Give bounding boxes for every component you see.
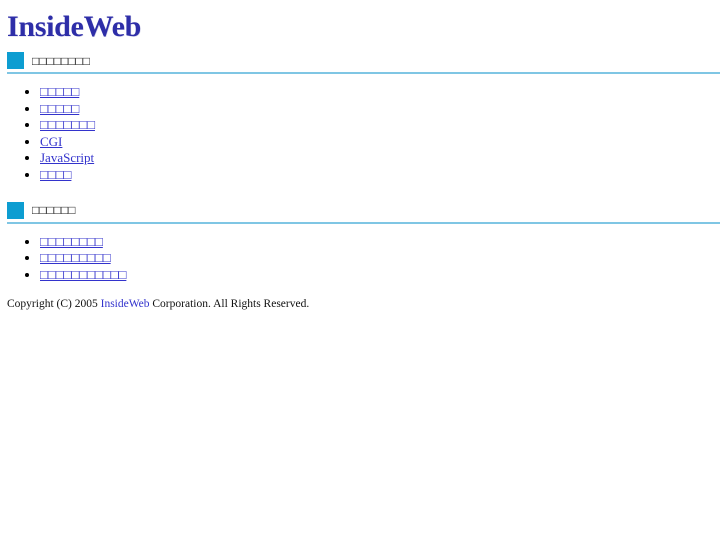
list-item: JavaScript [40, 150, 727, 167]
link-list-1: □□□□□ □□□□□ □□□□□□□ CGI JavaScript □□□□ [0, 84, 727, 184]
list-item: □□□□□□□□□ [40, 250, 727, 267]
section-heading-1-label: □□□□□□□□ [32, 53, 90, 68]
list-item: □□□□□□□ [40, 117, 727, 134]
copyright-suffix: Corporation. All Rights Reserved. [149, 298, 310, 311]
footer-brand-link[interactable]: InsideWeb [101, 298, 150, 310]
link-list-2-item-0[interactable]: □□□□□□□□ [40, 234, 103, 249]
list-item: □□□□□ [40, 101, 727, 118]
list-item: CGI [40, 134, 727, 151]
copyright-prefix: Copyright (C) 2005 [7, 298, 101, 311]
link-list-1-item-1[interactable]: □□□□□ [40, 101, 79, 116]
section-heading-2: □□□□□□ [7, 201, 720, 224]
list-item: □□□□□□□□□□□ [40, 267, 727, 284]
link-list-1-item-javascript[interactable]: JavaScript [40, 150, 94, 165]
section-marker-square-icon [7, 201, 24, 219]
copyright-footer: Copyright (C) 2005 InsideWeb Corporation… [7, 297, 727, 311]
link-list-1-item-2[interactable]: □□□□□□□ [40, 117, 95, 132]
list-item: □□□□□□□□ [40, 234, 727, 251]
list-item: □□□□□ [40, 84, 727, 101]
link-list-1-item-5[interactable]: □□□□ [40, 167, 71, 182]
section-heading-1: □□□□□□□□ [7, 52, 720, 74]
link-list-2-item-2[interactable]: □□□□□□□□□□□ [40, 267, 126, 282]
link-list-2-item-1[interactable]: □□□□□□□□□ [40, 250, 111, 265]
link-list-2: □□□□□□□□ □□□□□□□□□ □□□□□□□□□□□ [0, 234, 727, 284]
link-list-1-item-0[interactable]: □□□□□ [40, 84, 79, 99]
list-item: □□□□ [40, 167, 727, 184]
section-marker-square-icon [7, 52, 24, 69]
site-logo: InsideWeb [7, 10, 142, 43]
section-heading-2-label: □□□□□□ [32, 203, 76, 218]
page-root: InsideWeb □□□□□□□□ □□□□□ □□□□□ □□□□□□□ C… [0, 0, 727, 545]
link-list-1-item-cgi[interactable]: CGI [40, 134, 62, 149]
